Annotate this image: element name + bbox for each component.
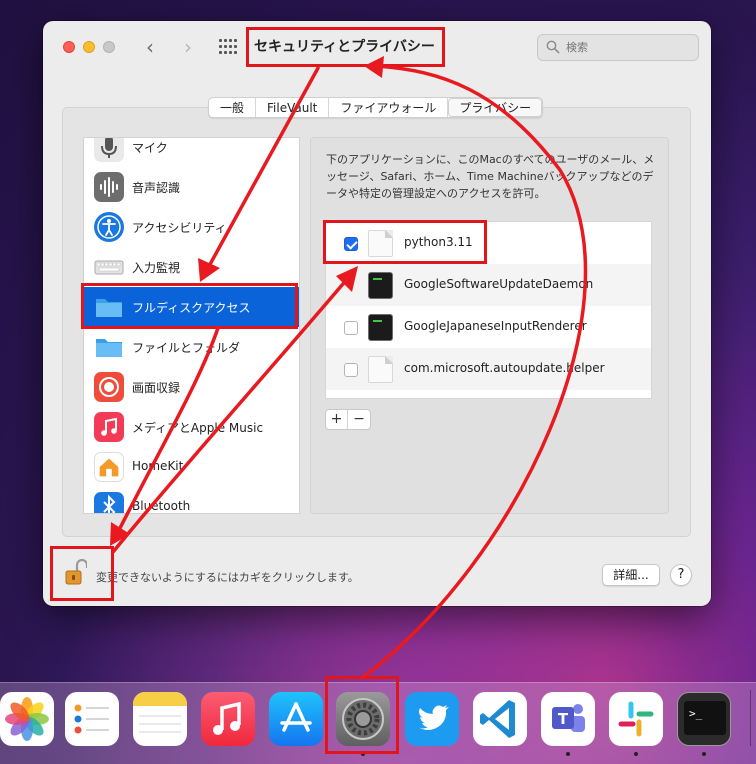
sidebar-item-label: HomeKit	[132, 459, 184, 473]
sidebar-item-input-monitoring[interactable]: 入力監視	[84, 247, 299, 287]
bluetooth-icon	[94, 492, 124, 513]
app-checkbox[interactable]	[344, 363, 358, 377]
dock-slack-icon[interactable]	[609, 692, 663, 746]
dock-photos-icon[interactable]	[0, 692, 54, 746]
folder-icon	[94, 332, 124, 362]
dock-twitter-icon[interactable]	[405, 692, 459, 746]
accessibility-icon	[94, 212, 124, 242]
dock-app-store-icon[interactable]	[269, 692, 323, 746]
screen-recording-icon	[94, 372, 124, 402]
description-text: 下のアプリケーションに、このMacのすべてのユーザのメール、メッセージ、Safa…	[326, 153, 655, 200]
details-button[interactable]: 詳細...	[602, 564, 660, 586]
svg-text:>_: >_	[689, 707, 703, 720]
add-remove-control: + −	[325, 409, 371, 430]
add-button[interactable]: +	[326, 410, 348, 429]
sidebar-item-label: 音声認識	[132, 181, 181, 195]
list-item[interactable]: GoogleJapaneseInputRenderer	[326, 306, 651, 348]
tab-bar: 一般 FileVault ファイアウォール プライバシー	[208, 97, 544, 118]
dock-teams-icon[interactable]: T	[541, 692, 595, 746]
dock-separator	[750, 690, 751, 746]
speech-recognition-icon	[94, 172, 124, 202]
running-indicator	[702, 752, 706, 756]
terminal-exec-icon	[368, 314, 393, 341]
list-item[interactable]: com.microsoft.autoupdate.helper	[326, 348, 651, 390]
running-indicator	[566, 752, 570, 756]
tab-filevault[interactable]: FileVault	[256, 98, 330, 117]
sidebar-item-homekit[interactable]: HomeKit	[84, 447, 299, 487]
highlight-lock	[50, 546, 114, 601]
sidebar-item-files-and-folders[interactable]: ファイルとフォルダ	[84, 327, 299, 367]
sidebar-item-microphone[interactable]: マイク	[84, 138, 299, 167]
sidebar-item-accessibility[interactable]: アクセシビリティ	[84, 207, 299, 247]
tab-general[interactable]: 一般	[209, 98, 257, 117]
dock-music-icon[interactable]	[201, 692, 255, 746]
remove-button[interactable]: −	[348, 410, 370, 429]
dock-reminders-icon[interactable]	[65, 692, 119, 746]
lock-instruction: 変更できないようにするにはカギをクリックします。	[96, 571, 359, 584]
sidebar-item-label: 画面収録	[132, 381, 181, 395]
sidebar-item-label: マイク	[132, 141, 168, 155]
sidebar-item-media-and-music[interactable]: メディアとApple Music	[84, 407, 299, 447]
dock-vscode-icon[interactable]	[473, 692, 527, 746]
tab-privacy[interactable]: プライバシー	[448, 98, 543, 117]
sidebar-item-bluetooth[interactable]: Bluetooth	[84, 487, 299, 513]
dock-notes-icon[interactable]	[133, 692, 187, 746]
sidebar-item-label: メディアとApple Music	[132, 421, 264, 435]
sidebar-item-label: ファイルとフォルダ	[132, 341, 241, 355]
search-icon	[546, 40, 560, 54]
dock-terminal-icon[interactable]: >_	[677, 692, 731, 746]
zoom-button[interactable]	[103, 41, 115, 53]
tab-firewall[interactable]: ファイアウォール	[329, 98, 449, 117]
close-button[interactable]	[63, 41, 75, 53]
sidebar-item-label: Bluetooth	[132, 499, 191, 513]
sidebar-item-label: アクセシビリティ	[132, 221, 227, 235]
search-field[interactable]	[537, 34, 699, 61]
music-icon	[94, 412, 124, 442]
minimize-button[interactable]	[83, 41, 95, 53]
sidebar-item-label: 入力監視	[132, 261, 181, 275]
home-icon	[94, 452, 124, 482]
document-icon	[368, 356, 393, 383]
help-button[interactable]: ?	[670, 564, 692, 586]
back-button[interactable]: ‹	[139, 35, 161, 59]
terminal-exec-icon	[368, 272, 393, 299]
app-name: com.microsoft.autoupdate.helper	[404, 361, 605, 375]
app-name: GoogleJapaneseInputRenderer	[404, 319, 587, 333]
highlight-window-title	[246, 27, 445, 67]
app-checkbox[interactable]	[344, 321, 358, 335]
show-all-grid-icon[interactable]	[219, 39, 237, 54]
microphone-icon	[94, 138, 124, 162]
sidebar-item-screen-recording[interactable]: 画面収録	[84, 367, 299, 407]
forward-button[interactable]: ›	[177, 35, 199, 59]
search-input[interactable]	[566, 38, 690, 57]
sidebar-item-speech-recognition[interactable]: 音声認識	[84, 167, 299, 207]
highlight-system-preferences	[325, 676, 399, 754]
app-name: GoogleSoftwareUpdateDaemon	[404, 277, 594, 291]
svg-text:T: T	[558, 710, 569, 728]
keyboard-icon	[94, 252, 124, 282]
highlight-full-disk-access	[81, 283, 298, 329]
list-item[interactable]: GoogleSoftwareUpdateDaemon	[326, 264, 651, 306]
highlight-python-row	[323, 220, 487, 264]
running-indicator	[634, 752, 638, 756]
